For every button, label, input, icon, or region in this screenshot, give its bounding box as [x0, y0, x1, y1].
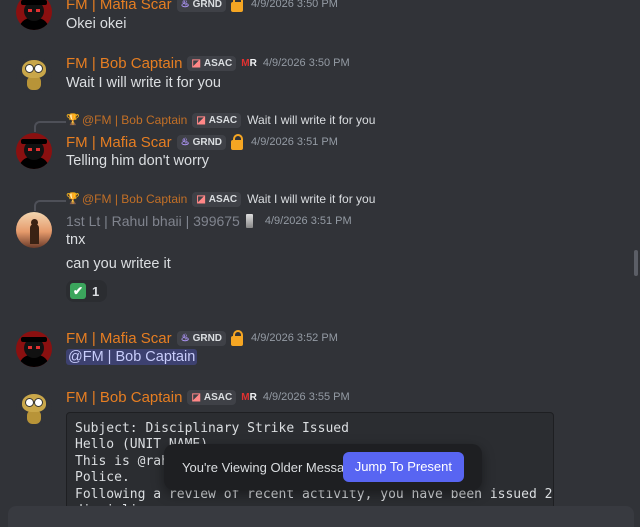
message-input[interactable]	[8, 506, 634, 527]
guild-tag: ◪ ASAC	[192, 191, 242, 207]
message-header: 1st Lt | Rahul bhaii | 399675 4/9/2026 3…	[66, 212, 352, 230]
reply-spine	[34, 200, 66, 211]
reaction-count: 1	[92, 283, 100, 299]
jump-to-present-button[interactable]: Jump To Present	[342, 452, 464, 482]
flame-icon: ♨	[180, 136, 190, 148]
role-badge: MR	[241, 391, 257, 403]
guild-tag[interactable]: ◪ ASAC	[187, 389, 237, 405]
message-header: FM | Mafia Scar ♨ GRND 4/9/2026 3:50 PM	[66, 0, 338, 13]
check-icon: ✔	[70, 283, 86, 299]
lock-icon	[229, 134, 245, 150]
reply-preview[interactable]: 🏆 @FM | Bob Captain ◪ ASAC Wait I will wr…	[66, 191, 375, 207]
message-header: FM | Bob Captain ◪ ASAC MR 4/9/2026 3:55 …	[66, 388, 350, 406]
timestamp: 4/9/2026 3:52 PM	[251, 332, 338, 344]
scrollbar[interactable]	[634, 250, 638, 276]
role-badge: MR	[241, 57, 257, 69]
code-line: Subject: Disciplinary Strike Issued	[75, 421, 349, 436]
tag-icon: ◪	[196, 114, 206, 126]
username[interactable]: FM | Bob Captain	[66, 55, 182, 72]
timestamp: 4/9/2026 3:50 PM	[251, 0, 338, 10]
timestamp: 4/9/2026 3:55 PM	[262, 391, 350, 403]
message-text: Wait I will write it for you	[66, 75, 221, 91]
message-text: Okei okei	[66, 16, 127, 32]
lock-icon	[229, 330, 245, 346]
avatar[interactable]	[16, 390, 52, 426]
message-header: FM | Mafia Scar ♨ GRND 4/9/2026 3:51 PM	[66, 133, 338, 151]
message-text: Telling him don't worry	[66, 153, 209, 169]
lock-icon	[229, 0, 245, 12]
username[interactable]: FM | Mafia Scar	[66, 0, 172, 13]
tag-icon: ◪	[191, 57, 201, 69]
guild-tag[interactable]: ♨ GRND	[176, 0, 227, 12]
timestamp: 4/9/2026 3:50 PM	[262, 57, 350, 69]
avatar[interactable]	[16, 133, 52, 169]
tag-icon: ◪	[196, 193, 206, 205]
reply-text: Wait I will write it for you	[247, 113, 376, 127]
user-mention[interactable]: @FM | Bob Captain	[66, 349, 198, 365]
trophy-icon: 🏆	[66, 193, 80, 205]
username[interactable]: FM | Bob Captain	[66, 389, 182, 406]
older-messages-bar: You're Viewing Older Messages Jump To Pr…	[164, 444, 482, 490]
reaction-button[interactable]: ✔ 1	[66, 280, 108, 302]
older-messages-text: You're Viewing Older Messages	[182, 459, 366, 475]
avatar[interactable]	[16, 212, 52, 248]
avatar[interactable]	[16, 331, 52, 367]
message-header: FM | Mafia Scar ♨ GRND 4/9/2026 3:52 PM	[66, 329, 338, 347]
username[interactable]: FM | Mafia Scar	[66, 330, 172, 347]
guild-tag[interactable]: ♨ GRND	[176, 330, 227, 346]
flag-icon	[245, 214, 253, 228]
reply-spine	[34, 121, 66, 132]
flame-icon: ♨	[180, 332, 190, 344]
reply-username[interactable]: @FM | Bob Captain	[82, 192, 187, 206]
timestamp: 4/9/2026 3:51 PM	[251, 136, 338, 148]
reply-username[interactable]: @FM | Bob Captain	[82, 113, 187, 127]
trophy-icon: 🏆	[66, 114, 80, 126]
avatar[interactable]	[16, 56, 52, 92]
message-header: FM | Bob Captain ◪ ASAC MR 4/9/2026 3:50 …	[66, 54, 350, 72]
reply-text: Wait I will write it for you	[247, 192, 376, 206]
guild-tag[interactable]: ◪ ASAC	[187, 55, 237, 71]
guild-tag[interactable]: ♨ GRND	[176, 134, 227, 150]
username[interactable]: 1st Lt | Rahul bhaii | 399675	[66, 213, 240, 229]
timestamp: 4/9/2026 3:51 PM	[264, 215, 352, 227]
reply-preview[interactable]: 🏆 @FM | Bob Captain ◪ ASAC Wait I will wr…	[66, 112, 375, 128]
message-text: @FM | Bob Captain	[66, 349, 198, 365]
guild-tag: ◪ ASAC	[192, 112, 242, 128]
flame-icon: ♨	[180, 0, 190, 10]
username[interactable]: FM | Mafia Scar	[66, 134, 172, 151]
message-text: tnx	[66, 232, 86, 248]
avatar[interactable]	[16, 0, 52, 30]
tag-icon: ◪	[191, 391, 201, 403]
message-text: can you writee it	[66, 256, 171, 272]
